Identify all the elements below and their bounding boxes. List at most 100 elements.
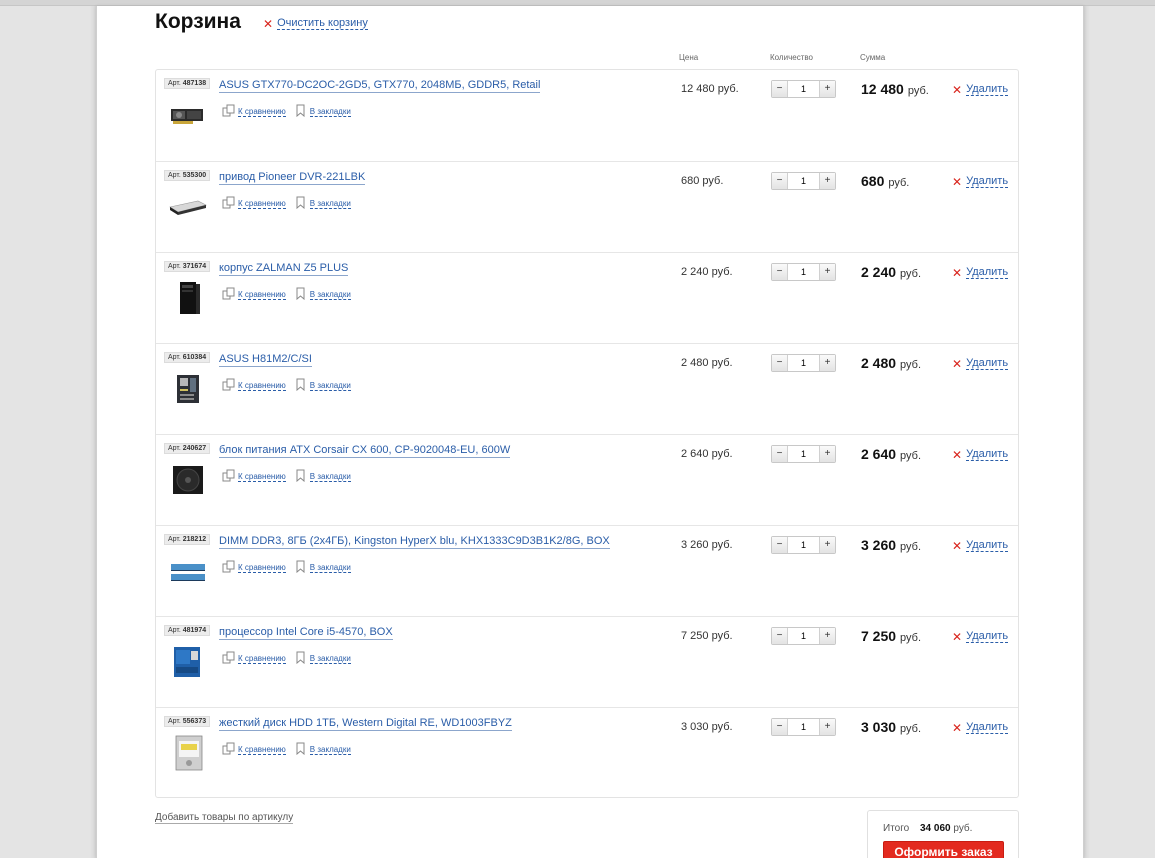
- item-sum-currency: руб.: [888, 177, 910, 189]
- article-badge: Арт. 535300: [164, 170, 211, 181]
- bookmark-link[interactable]: В закладки: [294, 104, 351, 119]
- quantity-input[interactable]: [788, 449, 819, 459]
- delete-item-link[interactable]: ✕ Удалить: [952, 721, 1009, 735]
- item-price: 680 руб.: [681, 175, 724, 187]
- product-thumbnail[interactable]: [168, 369, 208, 409]
- delete-item-link[interactable]: ✕ Удалить: [952, 357, 1009, 371]
- product-name-link[interactable]: жесткий диск HDD 1ТБ, Western Digital RE…: [219, 717, 512, 731]
- product-thumbnail[interactable]: [168, 95, 208, 135]
- bookmark-link[interactable]: В закладки: [294, 287, 351, 302]
- quantity-decrease-button[interactable]: −: [772, 355, 788, 371]
- delete-item-link[interactable]: ✕ Удалить: [952, 448, 1009, 462]
- quantity-input[interactable]: [788, 540, 819, 550]
- item-sum-currency: руб.: [900, 541, 922, 553]
- quantity-increase-button[interactable]: +: [819, 537, 835, 553]
- delete-label: Удалить: [966, 83, 1009, 96]
- quantity-increase-button[interactable]: +: [819, 355, 835, 371]
- add-by-article-link[interactable]: Добавить товары по артикулу: [155, 812, 294, 824]
- product-thumbnail[interactable]: [168, 187, 208, 227]
- product-name-link[interactable]: корпус ZALMAN Z5 PLUS: [219, 262, 349, 276]
- quantity-input[interactable]: [788, 176, 819, 186]
- item-actions: К сравнению В закладки: [222, 104, 351, 119]
- item-sum: 2 480 руб.: [861, 355, 921, 371]
- quantity-stepper: − +: [771, 445, 836, 463]
- checkout-button[interactable]: Оформить заказ: [883, 841, 1004, 858]
- quantity-decrease-button[interactable]: −: [772, 264, 788, 280]
- item-sum: 12 480 руб.: [861, 81, 929, 97]
- bookmark-label: В закладки: [309, 106, 351, 117]
- product-thumbnail[interactable]: [168, 642, 208, 682]
- item-actions: К сравнению В закладки: [222, 469, 351, 484]
- delete-item-link[interactable]: ✕ Удалить: [952, 630, 1009, 644]
- product-name-link[interactable]: привод Pioneer DVR-221LBK: [219, 171, 366, 185]
- quantity-input[interactable]: [788, 631, 819, 641]
- compare-icon: [222, 378, 235, 393]
- close-icon: ✕: [952, 266, 963, 280]
- clear-cart-link[interactable]: ✕ Очистить корзину: [263, 17, 368, 31]
- compare-link[interactable]: К сравнению: [222, 742, 286, 757]
- compare-link[interactable]: К сравнению: [222, 104, 286, 119]
- quantity-increase-button[interactable]: +: [819, 628, 835, 644]
- bookmark-link[interactable]: В закладки: [294, 651, 351, 666]
- quantity-decrease-button[interactable]: −: [772, 446, 788, 462]
- product-thumbnail[interactable]: [168, 460, 208, 500]
- compare-link[interactable]: К сравнению: [222, 560, 286, 575]
- item-sum: 3 030 руб.: [861, 719, 921, 735]
- quantity-increase-button[interactable]: +: [819, 81, 835, 97]
- quantity-increase-button[interactable]: +: [819, 173, 835, 189]
- compare-link[interactable]: К сравнению: [222, 196, 286, 211]
- quantity-input[interactable]: [788, 358, 819, 368]
- compare-icon: [222, 742, 235, 757]
- bookmark-label: В закладки: [309, 380, 351, 391]
- compare-link[interactable]: К сравнению: [222, 651, 286, 666]
- product-thumbnail[interactable]: [168, 733, 208, 773]
- delete-item-link[interactable]: ✕ Удалить: [952, 539, 1009, 553]
- quantity-decrease-button[interactable]: −: [772, 173, 788, 189]
- product-name-link[interactable]: DIMM DDR3, 8ГБ (2x4ГБ), Kingston HyperX …: [219, 535, 610, 549]
- bookmark-label: В закладки: [309, 653, 351, 664]
- delete-item-link[interactable]: ✕ Удалить: [952, 175, 1009, 189]
- close-icon: ✕: [952, 357, 963, 371]
- item-sum-currency: руб.: [900, 723, 922, 735]
- product-thumbnail[interactable]: [168, 551, 208, 591]
- item-sum-value: 680: [861, 173, 885, 189]
- bookmark-link[interactable]: В закладки: [294, 560, 351, 575]
- compare-label: К сравнению: [238, 289, 286, 300]
- quantity-decrease-button[interactable]: −: [772, 719, 788, 735]
- item-sum-currency: руб.: [900, 359, 922, 371]
- quantity-increase-button[interactable]: +: [819, 446, 835, 462]
- compare-link[interactable]: К сравнению: [222, 469, 286, 484]
- quantity-decrease-button[interactable]: −: [772, 537, 788, 553]
- article-badge: Арт. 487138: [164, 78, 211, 89]
- bookmark-link[interactable]: В закладки: [294, 469, 351, 484]
- product-name-link[interactable]: ASUS H81M2/C/SI: [219, 353, 312, 367]
- delete-item-link[interactable]: ✕ Удалить: [952, 83, 1009, 97]
- quantity-stepper: − +: [771, 354, 836, 372]
- item-sum-currency: руб.: [900, 268, 922, 280]
- compare-label: К сравнению: [238, 562, 286, 573]
- product-thumbnail[interactable]: [168, 278, 208, 318]
- quantity-decrease-button[interactable]: −: [772, 628, 788, 644]
- quantity-input[interactable]: [788, 722, 819, 732]
- article-badge: Арт. 218212: [164, 534, 211, 545]
- close-icon: ✕: [952, 539, 963, 553]
- compare-link[interactable]: К сравнению: [222, 287, 286, 302]
- item-price: 3 030 руб.: [681, 721, 733, 733]
- product-name-link[interactable]: процессор Intel Core i5-4570, BOX: [219, 626, 393, 640]
- quantity-decrease-button[interactable]: −: [772, 81, 788, 97]
- clear-cart-label: Очистить корзину: [277, 17, 368, 30]
- total-value: 34 060: [920, 823, 951, 834]
- quantity-increase-button[interactable]: +: [819, 264, 835, 280]
- quantity-increase-button[interactable]: +: [819, 719, 835, 735]
- compare-link[interactable]: К сравнению: [222, 378, 286, 393]
- cart-item-row: Арт. 240627 блок питания ATX Corsair CX …: [156, 434, 1018, 525]
- delete-item-link[interactable]: ✕ Удалить: [952, 266, 1009, 280]
- quantity-input[interactable]: [788, 84, 819, 94]
- quantity-input[interactable]: [788, 267, 819, 277]
- bookmark-link[interactable]: В закладки: [294, 378, 351, 393]
- product-name-link[interactable]: блок питания ATX Corsair CX 600, CP-9020…: [219, 444, 511, 458]
- bookmark-icon: [294, 469, 307, 484]
- product-name-link[interactable]: ASUS GTX770-DC2OC-2GD5, GTX770, 2048МБ, …: [219, 79, 541, 93]
- bookmark-link[interactable]: В закладки: [294, 196, 351, 211]
- bookmark-link[interactable]: В закладки: [294, 742, 351, 757]
